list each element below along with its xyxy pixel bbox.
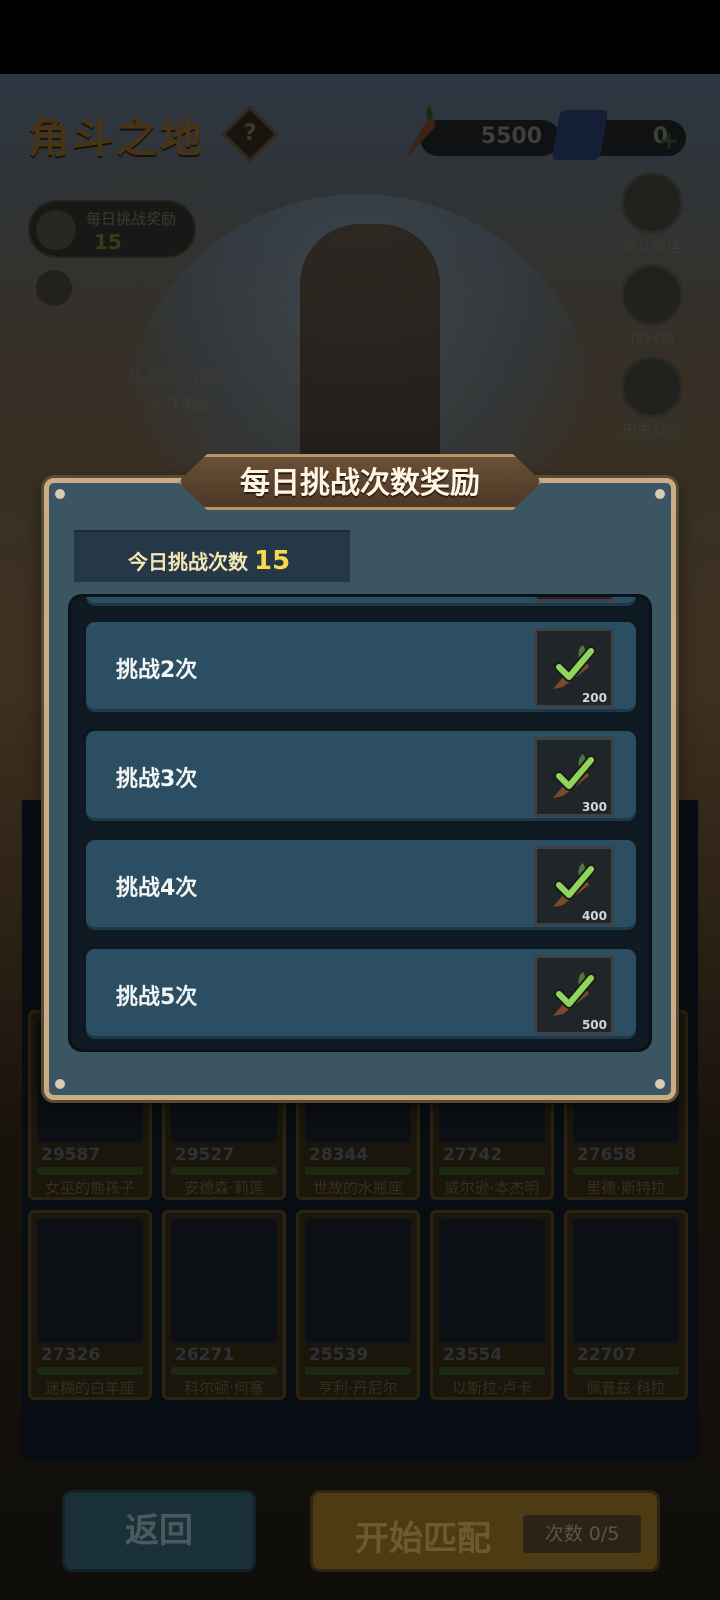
- reward-row-label: 挑战3次: [116, 767, 198, 792]
- reward-row-label: 挑战4次: [116, 876, 198, 901]
- reward-row: 挑战2次 200: [83, 619, 639, 715]
- dialog-title: 每日挑战次数奖励: [240, 466, 480, 501]
- today-label: 今日挑战次数: [128, 550, 248, 574]
- carrot-claimed-icon: [553, 863, 596, 907]
- reward-row: 挑战3次 300: [83, 728, 639, 824]
- reward-row: [83, 597, 639, 609]
- corner-rivet: [655, 489, 665, 499]
- reward-slot[interactable]: 500: [534, 955, 614, 1035]
- corner-rivet: [55, 489, 65, 499]
- reward-amount: 200: [581, 691, 607, 705]
- reward-row-label: 挑战2次: [116, 658, 198, 683]
- start-match-label: 开始匹配: [355, 1519, 491, 1559]
- reward-slot: [534, 597, 614, 602]
- corner-rivet: [55, 1079, 65, 1089]
- reward-list[interactable]: 挑战2次 200 挑战3次 300 挑战4次 400 挑战5次 500: [68, 594, 652, 1052]
- today-count: 15: [254, 546, 291, 576]
- reward-amount: 500: [581, 1018, 607, 1032]
- start-match-button[interactable]: 开始匹配 次数 0/5: [310, 1490, 660, 1572]
- corner-rivet: [655, 1079, 665, 1089]
- back-button[interactable]: 返回: [62, 1490, 256, 1572]
- attempts-counter: 次数 0/5: [523, 1515, 641, 1553]
- carrot-claimed-icon: [553, 645, 596, 689]
- today-challenge-count: 今日挑战次数 15: [74, 530, 350, 582]
- reward-slot[interactable]: 200: [534, 628, 614, 708]
- reward-slot[interactable]: 300: [534, 737, 614, 817]
- carrot-claimed-icon: [553, 972, 596, 1016]
- reward-row: 挑战4次 400: [83, 837, 639, 933]
- carrot-claimed-icon: [553, 754, 596, 798]
- reward-amount: 300: [581, 800, 607, 814]
- reward-amount: 400: [581, 909, 607, 923]
- reward-row-label: 挑战5次: [116, 985, 198, 1010]
- reward-row: 挑战5次 500: [83, 946, 639, 1042]
- reward-slot[interactable]: 400: [534, 846, 614, 926]
